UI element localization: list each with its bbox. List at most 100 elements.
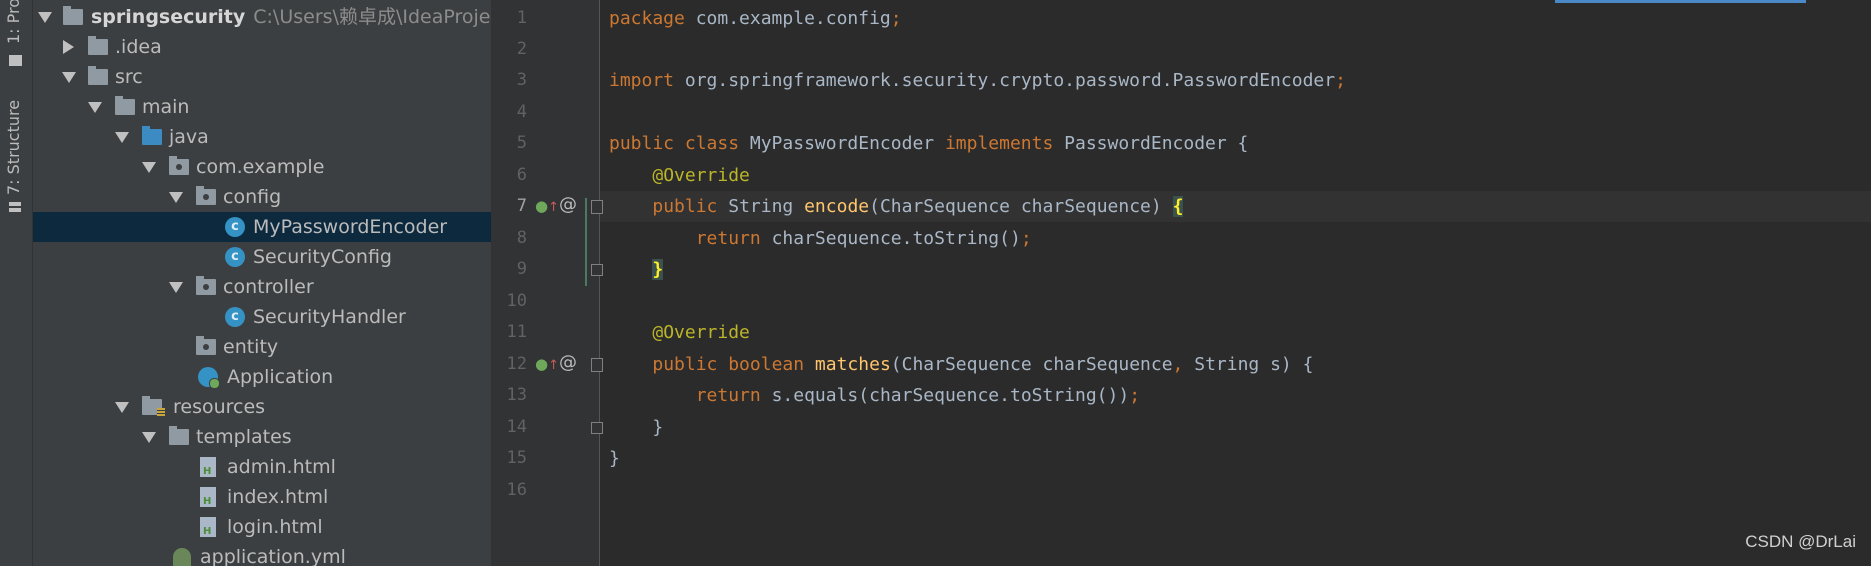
chevron-down-icon[interactable] <box>169 192 183 203</box>
code-editor[interactable]: 1 2 3 4 5 6 7 8 9 10 11 12 13 14 15 16 ●… <box>491 0 1871 566</box>
folder-icon <box>9 55 22 66</box>
tree-item-src[interactable]: src <box>33 62 491 92</box>
parameters: String s) { <box>1183 354 1314 375</box>
semicolon: ; <box>890 8 902 29</box>
implements-method-icon[interactable]: ●↑ <box>535 199 559 216</box>
package-icon <box>196 276 216 295</box>
code-text: s.equals(charSequence.toString()) <box>760 385 1130 406</box>
class-icon: c <box>225 217 245 237</box>
tree-item-admin-html[interactable]: admin.html <box>33 452 491 482</box>
tool-window-strip: 1: Proj 7: Structure <box>0 0 33 566</box>
tree-item-controller[interactable]: controller <box>33 272 491 302</box>
editor-gutter[interactable]: 1 2 3 4 5 6 7 8 9 10 11 12 13 14 15 16 ●… <box>491 0 603 566</box>
code-line-6[interactable]: @Override <box>609 160 750 191</box>
line-number: 10 <box>506 291 527 311</box>
tree-item-java[interactable]: java <box>33 122 491 152</box>
code-line-3[interactable]: import org.springframework.security.cryp… <box>609 65 1346 96</box>
code-line-14[interactable]: } <box>609 412 663 443</box>
code-line-15[interactable]: } <box>609 443 620 474</box>
tree-item-main[interactable]: main <box>33 92 491 122</box>
method-name: matches <box>814 354 891 375</box>
code-line-8[interactable]: return charSequence.toString(); <box>609 223 1032 254</box>
implements-method-icon[interactable]: ●↑ <box>535 357 559 374</box>
tree-item-label: SecurityConfig <box>253 246 392 268</box>
line-number: 8 <box>516 228 527 248</box>
tree-item-label: controller <box>223 276 314 298</box>
code-line-5[interactable]: public class MyPasswordEncoder implement… <box>609 128 1248 159</box>
fold-end-icon[interactable] <box>591 422 603 434</box>
impl-arrow-icon: ↑ <box>548 200 559 215</box>
chevron-down-icon[interactable] <box>169 282 183 293</box>
code-line-12[interactable]: public boolean matches(CharSequence char… <box>609 349 1313 380</box>
chevron-down-icon[interactable] <box>38 12 52 23</box>
tree-item-com-example[interactable]: com.example <box>33 152 491 182</box>
annotation-gutter-icon[interactable]: @ <box>559 354 577 372</box>
method-name: encode <box>804 196 870 217</box>
annotation: @Override <box>652 165 750 186</box>
tree-item-securityhandler[interactable]: c SecurityHandler <box>33 302 491 332</box>
tree-root[interactable]: springsecurity C:\Users\赖卓成\IdeaProjects\… <box>33 2 491 32</box>
chevron-down-icon[interactable] <box>142 162 156 173</box>
folder-icon <box>169 426 189 445</box>
parameters: (CharSequence charSequence <box>890 354 1173 375</box>
fold-marker-icon[interactable] <box>591 200 603 214</box>
resources-folder-icon <box>142 396 165 417</box>
tree-item-templates[interactable]: templates <box>33 422 491 452</box>
tree-item-application[interactable]: Application <box>33 362 491 392</box>
tree-item-entity[interactable]: entity <box>33 332 491 362</box>
html-file-icon <box>200 457 216 477</box>
chevron-down-icon[interactable] <box>115 402 129 413</box>
package-icon <box>169 156 189 175</box>
tree-item-mypasswordencoder[interactable]: c MyPasswordEncoder <box>33 212 491 242</box>
tree-item-login-html[interactable]: login.html <box>33 512 491 542</box>
code-line-9[interactable]: } <box>609 254 664 285</box>
code-line-7[interactable]: public String encode(CharSequence charSe… <box>609 191 1184 222</box>
tree-item-label: main <box>142 96 190 118</box>
code-text: com.example.config <box>684 8 891 29</box>
tree-item-resources[interactable]: resources <box>33 392 491 422</box>
line-number: 1 <box>516 8 527 28</box>
fold-marker-icon[interactable] <box>591 358 603 372</box>
tree-item-application-yml[interactable]: application.yml <box>33 542 491 566</box>
chevron-down-icon[interactable] <box>142 432 156 443</box>
keyword: public <box>652 196 718 217</box>
chevron-down-icon[interactable] <box>88 102 102 113</box>
chevron-down-icon[interactable] <box>115 132 129 143</box>
code-line-11[interactable]: @Override <box>609 317 750 348</box>
tree-item-idea[interactable]: .idea <box>33 32 491 62</box>
class-icon: c <box>225 247 245 267</box>
package-icon <box>196 336 216 355</box>
class-name: MyPasswordEncoder <box>739 133 945 154</box>
tree-item-label: admin.html <box>227 456 336 478</box>
watermark: CSDN @DrLai <box>1745 532 1856 551</box>
code-text: PasswordEncoder { <box>1053 133 1249 154</box>
chevron-right-icon[interactable] <box>63 40 74 54</box>
brace: } <box>609 448 620 469</box>
line-number: 14 <box>506 417 527 437</box>
project-tree[interactable]: springsecurity C:\Users\赖卓成\IdeaProjects\… <box>33 0 491 566</box>
chevron-down-icon[interactable] <box>62 72 76 83</box>
impl-arrow-icon: ↑ <box>548 358 559 373</box>
root-name: springsecurity <box>91 6 246 28</box>
keyword: public boolean <box>652 354 805 375</box>
code-text: charSequence.toString() <box>760 228 1021 249</box>
spring-boot-app-icon <box>198 367 220 389</box>
project-tool-tab[interactable]: 1: Proj <box>0 0 32 70</box>
code-text: org.springframework.security.crypto.pass… <box>674 70 1336 91</box>
line-number: 5 <box>516 133 527 153</box>
line-number-current: 7 <box>516 196 527 216</box>
keyword: implements <box>944 133 1054 154</box>
annotation-gutter-icon[interactable]: @ <box>559 196 577 214</box>
fold-end-icon[interactable] <box>591 264 603 276</box>
tree-item-index-html[interactable]: index.html <box>33 482 491 512</box>
code-line-1[interactable]: package com.example.config; <box>609 3 902 34</box>
tree-item-label: index.html <box>227 486 329 508</box>
line-number: 12 <box>506 354 527 374</box>
tree-item-config[interactable]: config <box>33 182 491 212</box>
tree-item-label: SecurityHandler <box>253 306 406 328</box>
code-line-13[interactable]: return s.equals(charSequence.toString())… <box>609 380 1140 411</box>
tree-item-securityconfig[interactable]: c SecurityConfig <box>33 242 491 272</box>
matched-brace: { <box>1172 196 1184 217</box>
structure-tool-tab[interactable]: 7: Structure <box>0 100 32 220</box>
line-number: 9 <box>516 259 527 279</box>
